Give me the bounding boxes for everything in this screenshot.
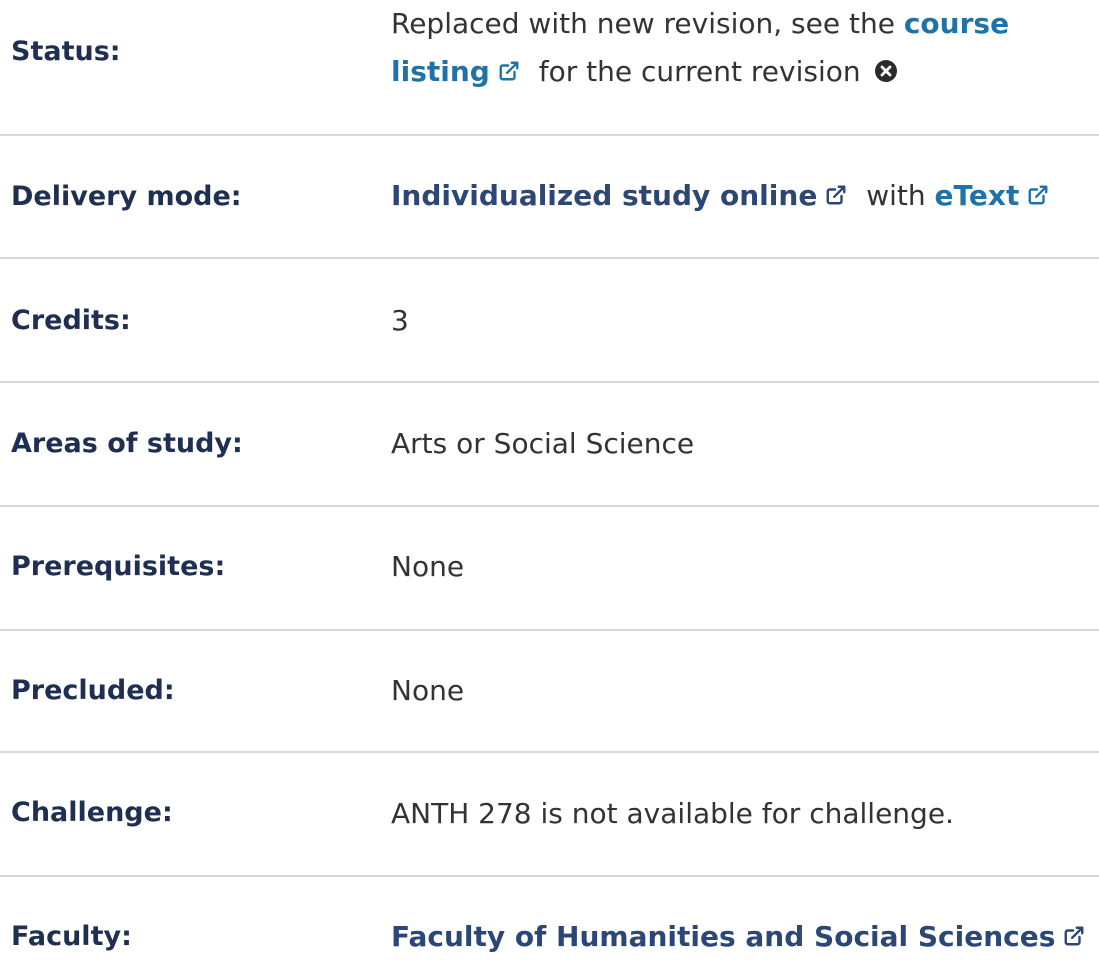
external-link-icon	[826, 185, 846, 205]
divider	[0, 751, 1099, 753]
status-label: Status:	[11, 36, 121, 67]
course-details: Status: Replaced with new revision, see …	[0, 0, 1099, 953]
status-text-before: Replaced with new revision, see the	[391, 7, 895, 40]
etext-link-text: eText	[934, 179, 1020, 212]
areas-of-study-value: Arts or Social Science	[391, 427, 695, 460]
divider	[0, 257, 1099, 259]
prerequisites-label: Prerequisites:	[11, 551, 226, 582]
divider	[0, 134, 1099, 136]
course-listing-link-cont[interactable]: listing	[391, 55, 520, 88]
external-link-icon	[499, 61, 519, 81]
faculty-value: Faculty of Humanities and Social Science…	[391, 913, 1085, 961]
delivery-with-text: with	[866, 179, 926, 212]
individualized-study-link[interactable]: Individualized study online	[391, 179, 847, 212]
challenge-value: ANTH 278 is not available for challenge.	[391, 797, 954, 830]
divider	[0, 629, 1099, 631]
precluded-label: Precluded:	[11, 675, 175, 706]
individualized-study-link-text: Individualized study online	[391, 179, 818, 212]
faculty-link[interactable]: Faculty of Humanities and Social Science…	[391, 920, 1085, 953]
status-value: Replaced with new revision, see the cour…	[391, 0, 1009, 96]
divider	[0, 381, 1099, 383]
faculty-link-text: Faculty of Humanities and Social Science…	[391, 920, 1056, 953]
faculty-label: Faculty:	[11, 921, 132, 952]
status-line-2: listing for the current revision	[391, 48, 1009, 96]
challenge-label: Challenge:	[11, 797, 173, 828]
divider	[0, 505, 1099, 507]
credits-value: 3	[391, 304, 409, 337]
delivery-mode-label: Delivery mode:	[11, 181, 242, 212]
etext-link[interactable]: eText	[935, 179, 1050, 212]
areas-of-study-label: Areas of study:	[11, 428, 243, 459]
course-listing-link-text-1: course	[903, 7, 1010, 40]
status-text-after: for the current revision	[538, 55, 861, 88]
course-listing-link-text-2: listing	[391, 55, 490, 88]
external-link-icon	[1028, 185, 1048, 205]
precluded-value: None	[391, 674, 465, 707]
external-link-icon	[1064, 926, 1084, 946]
delivery-mode-value: Individualized study online with eText	[391, 172, 1049, 220]
credits-label: Credits:	[11, 305, 131, 336]
status-line-1: Replaced with new revision, see the cour…	[391, 0, 1009, 48]
course-listing-link[interactable]: course	[904, 7, 1009, 40]
times-circle-icon[interactable]	[874, 59, 898, 83]
divider	[0, 875, 1099, 877]
prerequisites-value: None	[391, 550, 465, 583]
